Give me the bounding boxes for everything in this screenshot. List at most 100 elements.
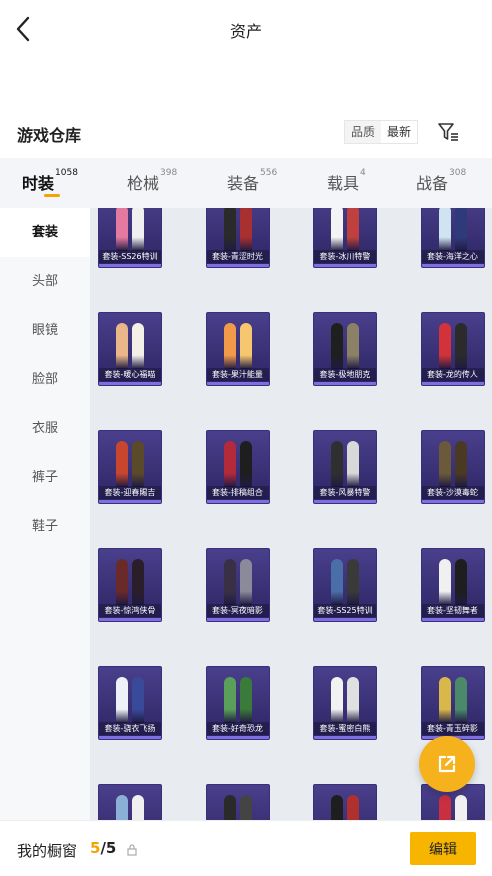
outfit-preview xyxy=(99,789,161,820)
tab-label: 装备 xyxy=(227,174,260,193)
outfit-name: 套装-惊鸿侠骨 xyxy=(99,604,161,617)
bottom-bar: 我的橱窗 5/5 编辑 xyxy=(0,820,492,876)
tab-count: 308 xyxy=(449,168,467,178)
rarity-bar xyxy=(99,500,161,503)
sidebar-item-face[interactable]: 脸部 xyxy=(0,355,90,404)
outfit-card[interactable]: 套装-海洋之心 xyxy=(420,208,485,268)
outfit-card[interactable]: 套装-骁衣飞扬 xyxy=(98,666,162,740)
outfit-figure xyxy=(438,559,451,605)
tab-label: 枪械 xyxy=(127,174,160,193)
outfit-preview xyxy=(314,435,376,487)
outfit-figure xyxy=(331,323,343,369)
tab-count: 1058 xyxy=(55,168,78,178)
outfit-figure xyxy=(223,441,236,487)
sort-option-quality[interactable]: 品质 xyxy=(345,121,381,143)
sidebar-item-pants[interactable]: 裤子 xyxy=(0,453,90,502)
outfit-card[interactable]: 套装-暖心福喵 xyxy=(98,312,162,386)
outfit-figure xyxy=(438,795,451,820)
outfit-card[interactable]: 套装-蜜密白熊 xyxy=(313,666,377,740)
outfit-card[interactable]: 套装-冥夜暗影 xyxy=(205,548,270,622)
outfit-card[interactable]: 套装-惊鸿侠骨 xyxy=(98,548,162,622)
outfit-preview xyxy=(99,671,161,723)
item-grid: 套装-SS26特训 套装-青涩时光 套装-冰川特警 套装-海洋之心 套装-暖心福喵 套装-… xyxy=(98,208,492,820)
outfit-figure xyxy=(347,795,359,820)
showcase-current: 5 xyxy=(90,839,101,857)
outfit-preview xyxy=(207,317,269,369)
outfit-figure xyxy=(239,441,252,487)
tab-equipment[interactable]: 装备556 xyxy=(227,168,277,194)
outfit-card[interactable]: 套装-迎春賜吉 xyxy=(98,430,162,504)
outfit-card[interactable]: 套装- xyxy=(313,784,377,820)
outfit-card[interactable]: 套装-沙漠毒蛇 xyxy=(420,430,485,504)
outfit-name: 套装-海洋之心 xyxy=(421,250,484,263)
page-title: 资产 xyxy=(229,22,262,41)
sidebar: 套装 头部 眼镜 脸部 衣服 裤子 鞋子 xyxy=(0,208,90,820)
outfit-preview xyxy=(207,435,269,487)
outfit-card[interactable]: 套装- xyxy=(205,784,270,820)
outfit-card[interactable]: 套装-排稿组合 xyxy=(205,430,270,504)
filter-icon[interactable] xyxy=(436,120,460,144)
sidebar-item-clothes[interactable]: 衣服 xyxy=(0,404,90,453)
tab-fashion[interactable]: 时装1058 xyxy=(22,168,78,194)
outfit-card[interactable]: 套装-极地朋克 xyxy=(313,312,377,386)
outfit-card[interactable]: 套装- xyxy=(98,784,162,820)
outfit-card[interactable]: 套装-风暴特警 xyxy=(313,430,377,504)
sidebar-item-head[interactable]: 头部 xyxy=(0,257,90,306)
outfit-card[interactable]: 套装-好奇恐龙 xyxy=(205,666,270,740)
outfit-figure xyxy=(223,208,236,251)
outfit-figure xyxy=(116,559,128,605)
rarity-bar xyxy=(206,264,269,267)
outfit-figure xyxy=(132,323,144,369)
tab-label: 时装 xyxy=(22,174,55,193)
outfit-card[interactable]: 套装-SS25特训 xyxy=(313,548,377,622)
outfit-name: 套装-风暴特警 xyxy=(314,486,376,499)
outfit-card[interactable]: 套装-青涩时光 xyxy=(205,208,270,268)
edit-button[interactable]: 编辑 xyxy=(410,832,476,865)
outfit-preview xyxy=(207,789,269,820)
outfit-figure xyxy=(438,208,451,251)
outfit-card[interactable]: 套装-坚韧舞者 xyxy=(420,548,485,622)
outfit-figure xyxy=(331,441,343,487)
outfit-figure xyxy=(116,208,128,251)
showcase-label: 我的橱窗 xyxy=(17,842,78,860)
outfit-name: 套装-好奇恐龙 xyxy=(206,722,269,735)
rarity-bar xyxy=(421,500,484,503)
sidebar-item-outfit[interactable]: 套装 xyxy=(0,208,90,257)
outfit-card[interactable]: 套装-SS26特训 xyxy=(98,208,162,268)
rarity-bar xyxy=(206,736,269,739)
sidebar-item-glasses[interactable]: 眼镜 xyxy=(0,306,90,355)
rarity-bar xyxy=(206,382,269,385)
outfit-card[interactable]: 套装-龙的传人 xyxy=(420,312,485,386)
outfit-figure xyxy=(454,323,467,369)
outfit-name: 套装-果汁能量 xyxy=(206,368,269,381)
outfit-preview xyxy=(314,553,376,605)
outfit-name: 套装-排稿组合 xyxy=(206,486,269,499)
tab-label: 载具 xyxy=(327,174,360,193)
outfit-preview xyxy=(422,317,484,369)
active-tab-indicator xyxy=(44,194,60,197)
outfit-preview xyxy=(99,553,161,605)
rarity-bar xyxy=(206,618,269,621)
tab-firearms[interactable]: 枪械398 xyxy=(127,168,177,194)
outfit-preview xyxy=(207,553,269,605)
tab-supplies[interactable]: 战备308 xyxy=(416,168,467,194)
outfit-figure xyxy=(116,441,128,487)
outfit-preview xyxy=(422,553,484,605)
outfit-figure xyxy=(454,795,467,820)
outfit-card[interactable]: 套装-冰川特警 xyxy=(313,208,377,268)
outfit-card[interactable]: 套装-青玉碎影 xyxy=(420,666,485,740)
outfit-figure xyxy=(132,677,144,723)
outfit-card[interactable]: 套装-果汁能量 xyxy=(205,312,270,386)
asset-page: 资产 游戏仓库 品质 最新 时装1058 枪械398 装备556 载具4 战备3… xyxy=(0,0,492,876)
sidebar-item-shoes[interactable]: 鞋子 xyxy=(0,502,90,551)
sort-toggle: 品质 最新 xyxy=(344,120,419,144)
item-grid-area[interactable]: 套装-SS26特训 套装-青涩时光 套装-冰川特警 套装-海洋之心 套装-暖心福喵 套装-… xyxy=(90,208,492,820)
sort-option-latest[interactable]: 最新 xyxy=(381,121,418,143)
tab-vehicles[interactable]: 载具4 xyxy=(327,168,366,194)
outfit-figure xyxy=(223,677,236,723)
share-button[interactable] xyxy=(419,736,475,792)
rarity-bar xyxy=(99,618,161,621)
outfit-figure xyxy=(223,559,236,605)
outfit-figure xyxy=(438,323,451,369)
outfit-figure xyxy=(132,559,144,605)
